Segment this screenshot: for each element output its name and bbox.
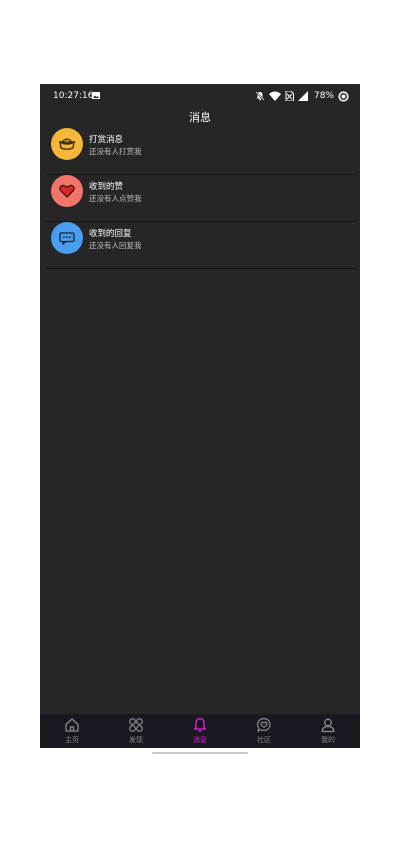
- battery-ring-icon: [338, 90, 349, 102]
- tab-profile[interactable]: 我的: [296, 714, 360, 748]
- list-item-title: 收到的赞: [89, 182, 124, 192]
- chat-icon: [59, 231, 75, 245]
- gift-ingot-icon: [59, 138, 75, 150]
- status-bar: 10:27:16 78%: [40, 84, 360, 108]
- list-item-subtitle: 还没有人回复我: [89, 241, 142, 250]
- image-notification-icon: [92, 92, 100, 99]
- home-icon: [65, 718, 79, 732]
- tab-community[interactable]: 社区: [232, 714, 296, 748]
- discover-icon: [129, 718, 143, 732]
- tab-label: 主页: [65, 736, 79, 744]
- reward-avatar: [51, 128, 83, 160]
- message-list: 打赏消息 还没有人打赏我 收到的赞 还没有人点赞我 收到的回复 还没有人回复我: [40, 128, 360, 269]
- status-time: 10:27:16: [53, 91, 94, 101]
- replies-avatar: [51, 222, 83, 254]
- battery-percent: 78%: [313, 91, 334, 101]
- tab-messages[interactable]: 消息: [168, 714, 232, 748]
- bell-icon: [193, 717, 207, 732]
- heart-icon: [59, 184, 75, 198]
- tab-discover[interactable]: 发现: [104, 714, 168, 748]
- profile-icon: [321, 718, 335, 733]
- signal-icon: [297, 91, 308, 101]
- tab-label: 社区: [257, 736, 271, 744]
- tab-label: 消息: [193, 736, 207, 744]
- wifi-icon: [268, 91, 281, 101]
- tab-label: 我的: [321, 736, 335, 744]
- mute-bell-icon: [255, 91, 265, 101]
- bottom-tab-bar: 主页 发现 消息 社区 我的: [40, 714, 360, 748]
- list-item-subtitle: 还没有人打赏我: [89, 147, 142, 156]
- likes-avatar: [51, 175, 83, 207]
- tab-label: 发现: [129, 736, 143, 744]
- no-sim-icon: [285, 91, 294, 101]
- status-icons: 78%: [255, 89, 349, 103]
- list-item-subtitle: 还没有人点赞我: [89, 194, 142, 203]
- list-item-title: 收到的回复: [89, 229, 132, 239]
- list-item-received-likes[interactable]: 收到的赞 还没有人点赞我: [46, 175, 357, 222]
- community-icon: [256, 717, 271, 733]
- page-title: 消息: [189, 111, 211, 124]
- home-indicator[interactable]: [152, 752, 248, 754]
- list-item-title: 打赏消息: [89, 135, 124, 145]
- list-item-reward-messages[interactable]: 打赏消息 还没有人打赏我: [46, 128, 357, 175]
- list-item-received-replies[interactable]: 收到的回复 还没有人回复我: [46, 222, 357, 269]
- tab-home[interactable]: 主页: [40, 714, 104, 748]
- app-screen: 10:27:16 78% 消息 打赏消息 还没有人打赏我 收到的赞 还没有人点赞…: [40, 84, 360, 748]
